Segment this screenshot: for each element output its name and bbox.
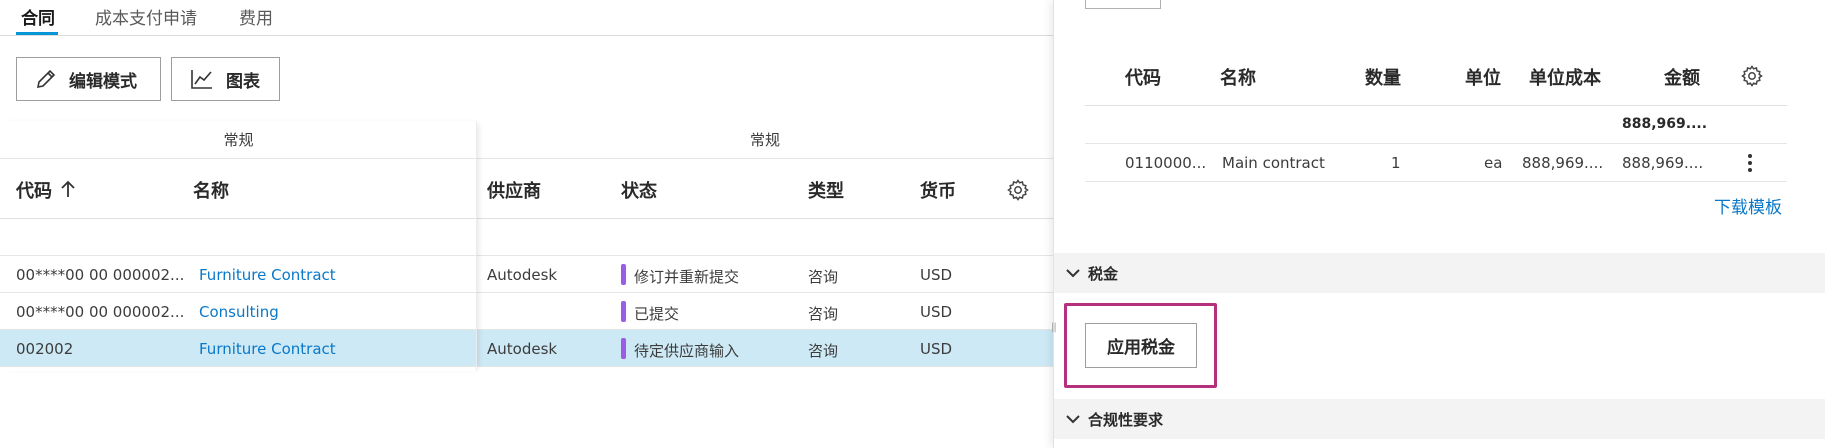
li-header-unit-cost[interactable]: 单位成本 xyxy=(1529,64,1601,90)
status-indicator xyxy=(621,301,626,322)
cell-type: 咨询 xyxy=(808,342,839,360)
cell-code: 00****00 00 000002... xyxy=(16,266,185,284)
tax-section-label: 税金 xyxy=(1088,264,1119,283)
column-header-currency[interactable]: 货币 xyxy=(920,177,956,203)
cell-name-link[interactable]: Consulting xyxy=(199,303,279,321)
status-indicator xyxy=(621,264,626,285)
line-item-row[interactable]: 0110000... Main contract 1 ea 888,969...… xyxy=(1085,144,1787,182)
li-cell-quantity: 1 xyxy=(1391,154,1401,172)
cell-code: 00****00 00 000002... xyxy=(16,303,185,321)
cell-currency: USD xyxy=(920,340,953,358)
column-group-header: 常规 xyxy=(0,121,477,159)
chevron-down-icon xyxy=(1066,415,1080,424)
gear-icon[interactable] xyxy=(1006,178,1030,202)
active-tab-indicator xyxy=(16,32,58,35)
contract-detail-panel: 代码 名称 数量 单位 单位成本 金额 888,969.... 0110000.… xyxy=(1051,0,1825,448)
li-cell-code: 0110000... xyxy=(1125,154,1207,172)
cell-name-link[interactable]: Furniture Contract xyxy=(199,266,336,284)
li-cell-unit: ea xyxy=(1484,154,1503,172)
li-header-unit[interactable]: 单位 xyxy=(1465,64,1501,90)
contracts-pane: 合同 成本支付申请 费用 编辑模式 图表 常规 常规 代码 名称 供应商 状态 … xyxy=(0,0,1053,448)
li-cell-amount: 888,969.... xyxy=(1622,154,1704,172)
li-header-name[interactable]: 名称 xyxy=(1220,64,1256,90)
chart-button[interactable]: 图表 xyxy=(171,57,280,101)
cell-type: 咨询 xyxy=(808,268,839,286)
column-header-type[interactable]: 类型 xyxy=(808,177,844,203)
chart-label: 图表 xyxy=(226,71,260,92)
cell-status: 修订并重新提交 xyxy=(634,268,740,286)
partial-button[interactable] xyxy=(1085,0,1161,9)
more-options-icon[interactable] xyxy=(1747,153,1753,173)
table-row-selected[interactable]: 002002 Furniture Contract Autodesk 待定供应商… xyxy=(0,330,1053,367)
li-header-quantity[interactable]: 数量 xyxy=(1365,64,1401,90)
line-items-total-row: 888,969.... xyxy=(1085,106,1787,144)
filter-row[interactable] xyxy=(0,219,1053,256)
sort-ascending-icon[interactable] xyxy=(61,180,75,198)
gear-icon[interactable] xyxy=(1740,64,1764,88)
download-template-link[interactable]: 下载模板 xyxy=(1714,193,1782,218)
tab-expenses[interactable]: 费用 xyxy=(239,4,273,29)
total-amount: 888,969.... xyxy=(1622,116,1708,132)
column-group-header: 常规 xyxy=(477,121,1053,159)
line-chart-icon xyxy=(191,70,212,89)
contracts-grid: 常规 常规 代码 名称 供应商 状态 类型 货币 00****00 00 000… xyxy=(0,121,1053,371)
tab-cost-payment-requests[interactable]: 成本支付申请 xyxy=(95,4,197,29)
li-header-code[interactable]: 代码 xyxy=(1125,64,1161,90)
cell-supplier: Autodesk xyxy=(487,340,558,358)
line-items-header: 代码 名称 数量 单位 单位成本 金额 xyxy=(1085,44,1787,106)
cell-supplier: Autodesk xyxy=(487,266,558,284)
edit-mode-label: 编辑模式 xyxy=(69,71,137,92)
column-header-status[interactable]: 状态 xyxy=(621,177,657,203)
li-cell-unit-cost: 888,969.... xyxy=(1522,154,1604,172)
chevron-down-icon xyxy=(1066,269,1080,278)
pencil-icon xyxy=(36,69,56,89)
tax-section-header[interactable]: 税金 xyxy=(1054,253,1825,293)
cell-currency: USD xyxy=(920,266,953,284)
compliance-section-header[interactable]: 合规性要求 xyxy=(1054,399,1825,439)
resize-handle[interactable]: || xyxy=(1051,322,1057,333)
li-cell-name: Main contract xyxy=(1222,154,1325,172)
tab-bar: 合同 成本支付申请 费用 xyxy=(0,0,1053,36)
column-header-name[interactable]: 名称 xyxy=(193,177,229,203)
compliance-section-label: 合规性要求 xyxy=(1088,410,1164,429)
cell-code: 002002 xyxy=(16,340,74,358)
table-row[interactable]: 00****00 00 000002... Consulting 已提交 咨询 … xyxy=(0,293,1053,330)
column-header-code[interactable]: 代码 xyxy=(16,177,52,203)
table-row[interactable]: 00****00 00 000002... Furniture Contract… xyxy=(0,256,1053,293)
pinned-column-divider xyxy=(476,121,477,371)
cell-status: 已提交 xyxy=(634,305,680,323)
cell-name-link[interactable]: Furniture Contract xyxy=(199,340,336,358)
tab-contracts[interactable]: 合同 xyxy=(21,4,55,29)
column-header-row: 代码 名称 供应商 状态 类型 货币 xyxy=(0,159,1053,219)
column-header-supplier[interactable]: 供应商 xyxy=(487,177,541,203)
status-indicator xyxy=(621,338,626,359)
cell-status: 待定供应商输入 xyxy=(634,342,740,360)
cell-currency: USD xyxy=(920,303,953,321)
li-header-amount[interactable]: 金额 xyxy=(1664,64,1700,90)
apply-tax-button[interactable]: 应用税金 xyxy=(1085,323,1197,368)
cell-type: 咨询 xyxy=(808,305,839,323)
edit-mode-button[interactable]: 编辑模式 xyxy=(16,57,161,101)
